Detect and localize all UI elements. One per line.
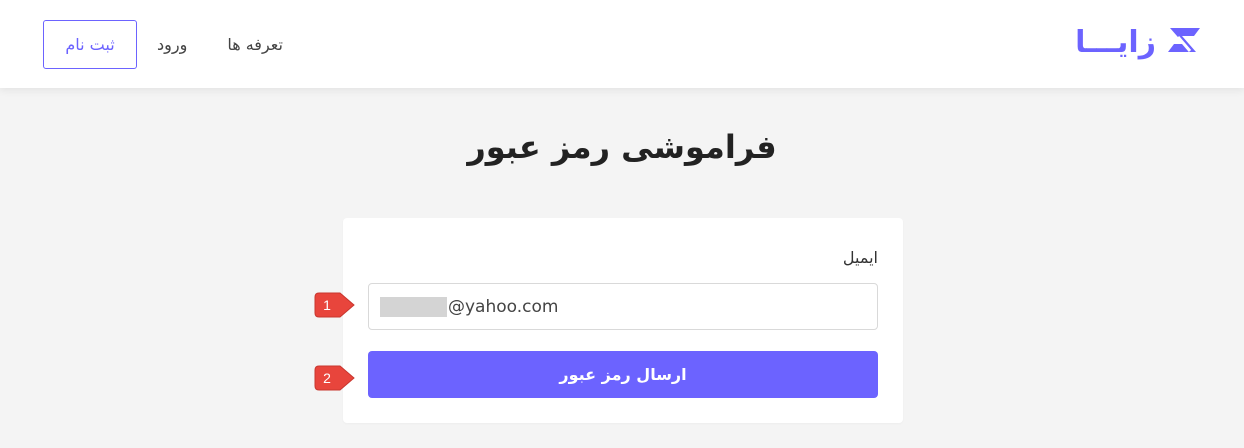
page-title: فراموشی رمز عبور: [467, 128, 777, 166]
zaya-logo-icon: [1168, 28, 1200, 52]
register-button[interactable]: ثبت نام: [43, 19, 137, 69]
email-label: ایمیل: [842, 248, 878, 267]
email-field[interactable]: @yahoo.com: [368, 283, 878, 330]
login-link[interactable]: ورود: [157, 35, 187, 54]
redacted-text: [380, 296, 447, 317]
forgot-password-card: ایمیل @yahoo.com ارسال رمز عبور: [343, 218, 903, 423]
annotation-marker-1: 1: [312, 291, 356, 319]
annotation-marker-2: 2: [312, 364, 356, 392]
header-nav: ثبت نام ورود تعرفه ها: [43, 19, 283, 69]
pricing-link[interactable]: تعرفه ها: [227, 35, 283, 54]
email-value: @yahoo.com: [448, 296, 559, 317]
logo-text: زایـــا: [1075, 24, 1156, 60]
site-logo[interactable]: زایـــا: [1075, 20, 1204, 64]
marker-number: 1: [323, 297, 331, 313]
marker-number: 2: [323, 370, 331, 386]
send-password-button[interactable]: ارسال رمز عبور: [368, 351, 878, 398]
top-header: زایـــا ثبت نام ورود تعرفه ها: [0, 0, 1244, 88]
